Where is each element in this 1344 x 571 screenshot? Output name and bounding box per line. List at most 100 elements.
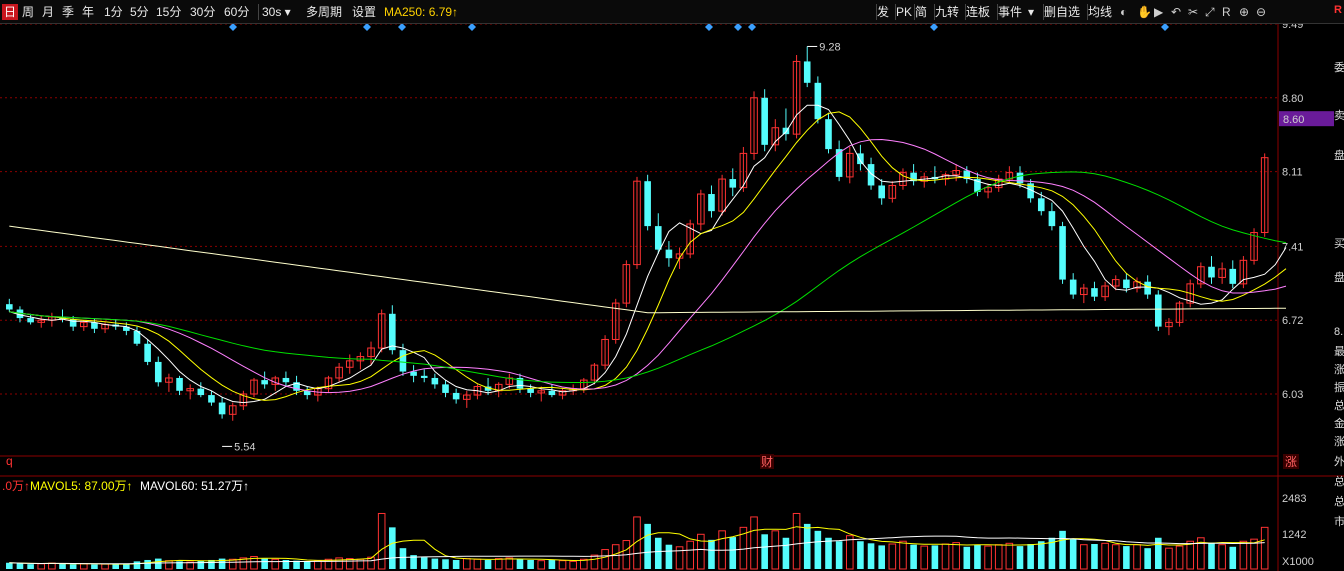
- undo-icon[interactable]: ↶: [1171, 4, 1181, 20]
- volume-bar: [1005, 542, 1014, 570]
- volume-bar: [920, 545, 929, 570]
- volume-bar: [771, 530, 780, 570]
- period-tab-9[interactable]: 60分: [224, 4, 249, 20]
- toolbar-right-item-3[interactable]: 九转: [934, 4, 959, 20]
- side-panel-label: 总: [1334, 400, 1344, 412]
- volume-bar: [484, 559, 492, 569]
- candle-body: [878, 185, 885, 199]
- candle-body: [218, 402, 226, 415]
- restore-icon[interactable]: R: [1222, 4, 1231, 20]
- volume-bar: [888, 543, 897, 570]
- toolbar-right-item-1[interactable]: PK: [895, 4, 912, 20]
- candle-body: [69, 319, 77, 327]
- toolbar-right-item-4[interactable]: 连板: [965, 4, 990, 20]
- side-panel-label: 总: [1334, 496, 1344, 508]
- volume-bar: [1218, 544, 1226, 570]
- price-tick-label: 8.80: [1282, 93, 1303, 105]
- candle-body: [261, 380, 268, 385]
- period-tab-4[interactable]: 年: [82, 4, 94, 20]
- toolbar-right-item-5[interactable]: 事件: [997, 4, 1022, 20]
- period-tab-6[interactable]: 5分: [130, 4, 149, 20]
- volume-bar: [197, 560, 205, 569]
- left-marker: q: [6, 454, 13, 468]
- expand-icon[interactable]: ⤢: [1205, 4, 1215, 20]
- side-panel-label: 总: [1334, 476, 1344, 488]
- style-icon[interactable]: ◐: [1120, 4, 1127, 20]
- volume-bar: [261, 558, 268, 569]
- volume-bar: [27, 564, 34, 569]
- volume-bar: [442, 559, 449, 569]
- candle-body: [825, 119, 832, 150]
- volume-bar: [16, 563, 24, 569]
- volume-bar: [1165, 547, 1173, 570]
- volume-bar: [377, 512, 386, 570]
- side-panel-label: 8.: [1334, 326, 1344, 338]
- toolbar-right-item-0[interactable]: 发: [876, 4, 889, 20]
- event-diamond-icon: [398, 24, 406, 31]
- event-diamond-icon: [229, 24, 237, 31]
- interval-select[interactable]: 30s ▾: [258, 4, 291, 20]
- settings-button[interactable]: 设置: [352, 4, 376, 20]
- volume-bar: [1154, 537, 1162, 569]
- low-price-label: 5.54: [234, 441, 255, 453]
- volume-bar: [1069, 539, 1077, 569]
- candle-body: [1208, 266, 1215, 278]
- volume-bar: [1101, 542, 1109, 570]
- volume-bar: [761, 534, 768, 569]
- period-tab-2[interactable]: 月: [42, 4, 54, 20]
- candle-body: [708, 194, 715, 212]
- volume-bar: [994, 544, 1003, 570]
- period-tab-7[interactable]: 15分: [156, 4, 181, 20]
- volume-bar: [1186, 540, 1195, 570]
- volume-bar: [1059, 530, 1066, 569]
- volume-bar: [910, 544, 917, 569]
- volume-bar: [1229, 546, 1237, 569]
- side-panel-label: 盘: [1334, 150, 1344, 162]
- period-tab-5[interactable]: 1分: [104, 4, 123, 20]
- high-price-label: 9.28: [819, 41, 840, 53]
- volume-bar: [803, 523, 811, 569]
- volume-bar: [144, 559, 151, 569]
- rise-marker: 涨: [1285, 454, 1297, 469]
- candle-body: [208, 395, 215, 403]
- side-panel-label: 市: [1334, 516, 1344, 528]
- volume-bar: [1016, 546, 1024, 569]
- hand-icon[interactable]: ✋: [1137, 4, 1152, 20]
- volume-bar: [154, 558, 162, 569]
- volume-bar: [729, 537, 737, 569]
- volume-bar: [835, 541, 843, 569]
- period-tab-1[interactable]: 周: [22, 4, 34, 20]
- play-icon[interactable]: ▶: [1154, 4, 1163, 20]
- period-tab-3[interactable]: 季: [62, 4, 74, 20]
- candle-body: [144, 343, 151, 362]
- candle-body: [27, 318, 34, 323]
- volume-unit-label: X1000: [1282, 556, 1314, 568]
- volume-bar: [228, 558, 237, 570]
- toolbar-right-item-7[interactable]: 均线: [1087, 4, 1112, 20]
- volume-bar: [899, 540, 907, 570]
- volume-bar: [845, 535, 854, 570]
- finance-marker: 财: [761, 455, 773, 469]
- volume-legend-1: MAVOL5: 87.00万↑: [30, 479, 133, 493]
- side-panel-label: 外: [1334, 456, 1344, 468]
- toolbar-right-item-2[interactable]: 简: [914, 4, 927, 20]
- candle-body: [1048, 211, 1056, 227]
- period-tab-8[interactable]: 30分: [190, 4, 215, 20]
- zoom-in-icon[interactable]: ⊕: [1239, 4, 1249, 20]
- event-dropdown-arrow[interactable]: ▾: [1028, 4, 1034, 20]
- multi-period-button[interactable]: 多周期: [306, 4, 342, 20]
- candle-body: [1037, 198, 1045, 212]
- candle-body: [803, 61, 811, 83]
- price-tick-label: 9.49: [1282, 24, 1303, 31]
- side-panel-label: 涨: [1334, 364, 1344, 376]
- volume-bar: [963, 546, 971, 569]
- volume-bar: [79, 563, 88, 570]
- candle-body: [1069, 279, 1077, 295]
- zoom-out-icon[interactable]: ⊖: [1256, 4, 1266, 20]
- period-tab-0[interactable]: 日: [2, 4, 19, 20]
- candle-body: [282, 377, 290, 383]
- side-panel-label: 委: [1334, 62, 1344, 74]
- cut-icon[interactable]: ✂: [1188, 4, 1198, 20]
- volume-bar: [452, 559, 460, 569]
- toolbar-right-item-6[interactable]: 删自选: [1043, 4, 1080, 20]
